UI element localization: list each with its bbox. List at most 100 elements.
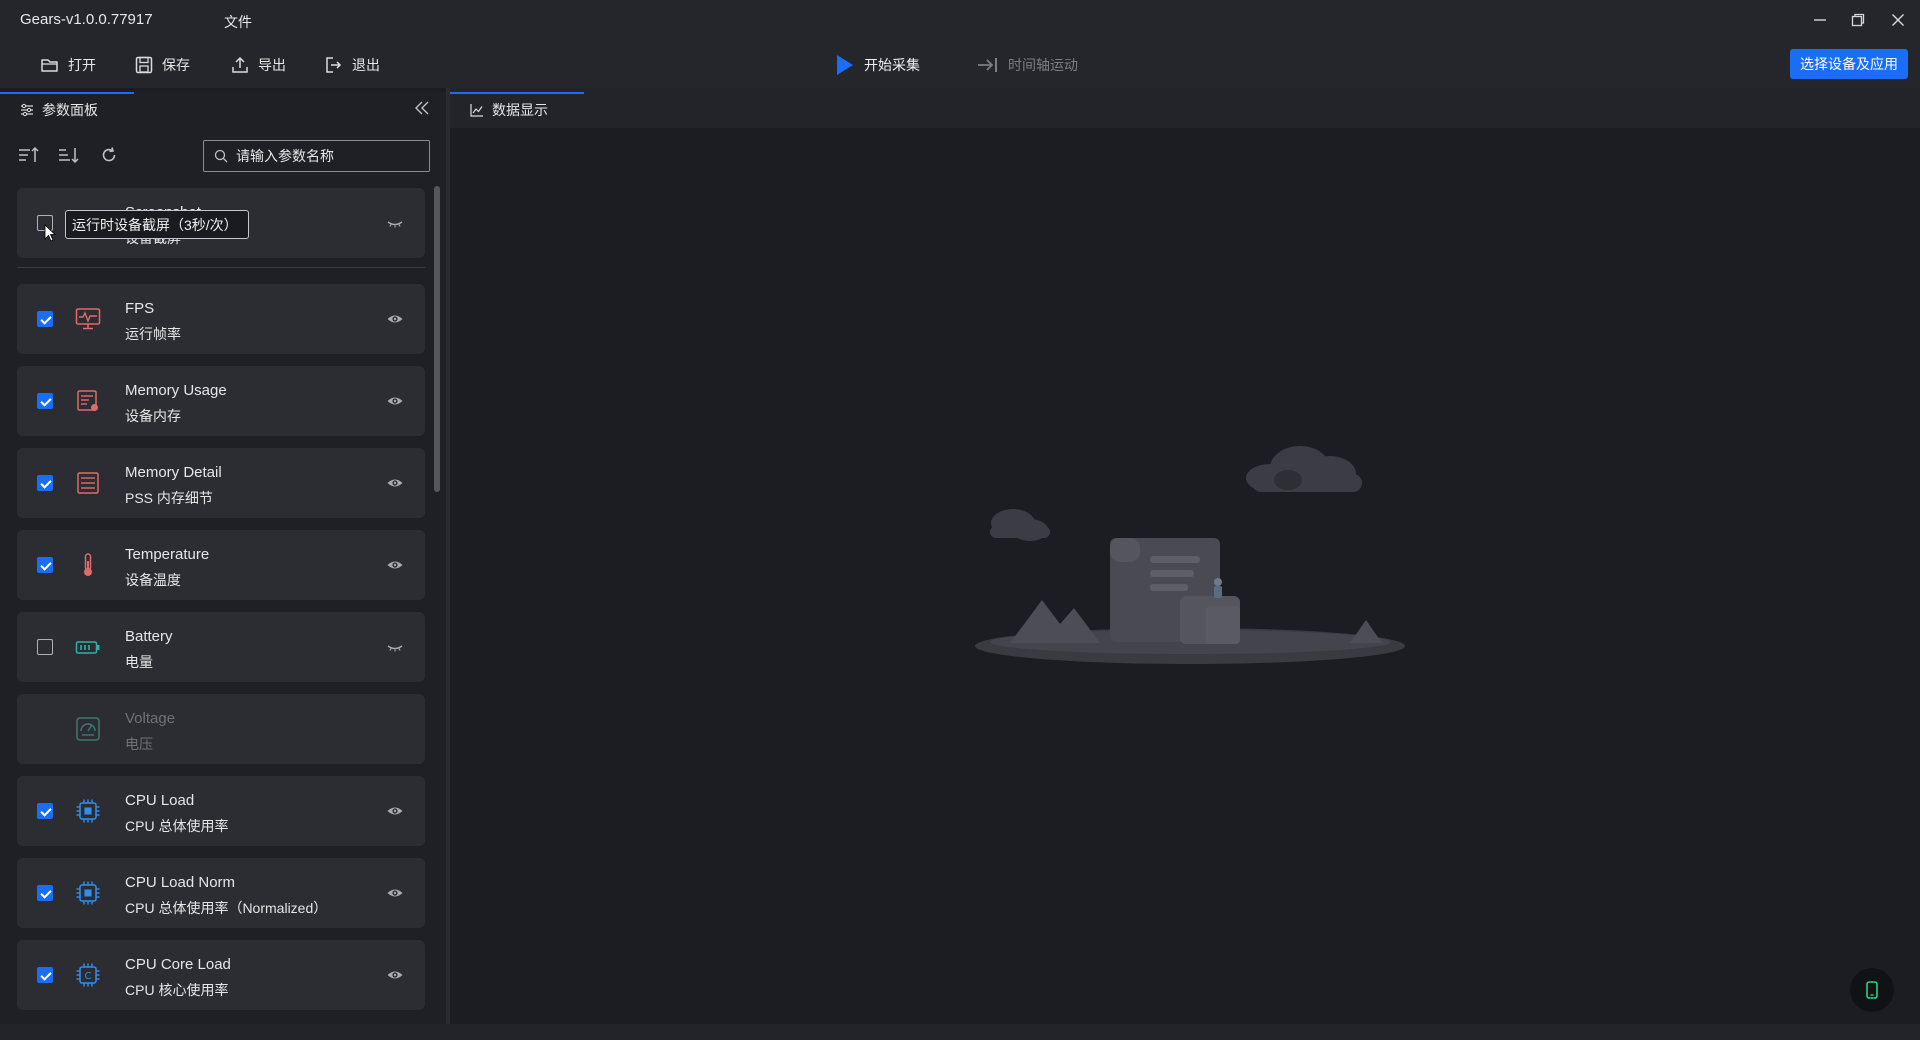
param-sub: 运行帧率: [125, 326, 181, 342]
sort-descending-icon[interactable]: [58, 144, 80, 166]
list-scrollbar[interactable]: [434, 186, 440, 492]
param-name: CPU Core Load: [125, 956, 231, 973]
param-name: Voltage: [125, 710, 176, 727]
close-icon[interactable]: [1886, 8, 1910, 32]
tab-parameter-panel[interactable]: 参数面板: [0, 92, 134, 128]
param-name: CPU Load: [125, 792, 195, 809]
param-sub: PSS 内存细节: [125, 490, 213, 506]
save-icon: [135, 56, 153, 74]
save-label: 保存: [162, 57, 190, 73]
open-button[interactable]: 打开: [40, 52, 96, 78]
param-sub: CPU 总体使用率: [125, 818, 229, 834]
app-title: Gears-v1.0.0.77917: [20, 11, 153, 28]
eye-closed-icon[interactable]: [386, 214, 404, 232]
parameter-card-cpu-core-load[interactable]: C CPU Core Load CPU 核心使用率: [17, 940, 425, 1010]
checkbox-memory-detail[interactable]: [37, 475, 53, 491]
start-capture-button[interactable]: 开始采集: [836, 52, 920, 78]
tab-data-display[interactable]: 数据显示: [450, 92, 584, 128]
screenshot-tooltip: 运行时设备截屏（3秒/次）: [65, 210, 249, 239]
restore-icon[interactable]: [1846, 8, 1870, 32]
arrow-to-line-icon: [978, 58, 997, 72]
param-sub: 设备温度: [125, 572, 181, 588]
checkbox-battery[interactable]: [37, 639, 53, 655]
sort-toolbar: [18, 144, 120, 166]
param-name: Battery: [125, 628, 173, 645]
param-name: FPS: [125, 300, 155, 317]
parameter-card-cpu-load-norm[interactable]: CPU Load Norm CPU 总体使用率（Normalized）: [17, 858, 425, 928]
search-input[interactable]: [236, 148, 416, 164]
param-name: Temperature: [125, 546, 210, 563]
export-icon: [232, 56, 248, 73]
checkbox-memory-usage[interactable]: [37, 393, 53, 409]
checkbox-cpu-load-norm[interactable]: [37, 885, 53, 901]
phone-icon: [1866, 981, 1878, 999]
parameter-card-memory-detail[interactable]: Memory Detail PSS 内存细节: [17, 448, 425, 518]
timeline-button[interactable]: 时间轴运动: [976, 52, 1078, 78]
search-icon: [214, 149, 228, 163]
title-bar: Gears-v1.0.0.77917 文件: [0, 0, 1920, 40]
checkbox-cpu-core-load[interactable]: [37, 967, 53, 983]
parameter-card-temperature[interactable]: Temperature 设备温度: [17, 530, 425, 600]
battery-icon: [75, 641, 100, 654]
eye-closed-icon[interactable]: [386, 638, 404, 656]
empty-state-illustration: [975, 446, 1405, 664]
eye-icon[interactable]: [386, 966, 404, 984]
cpu-icon: [76, 881, 100, 905]
param-name: Memory Usage: [125, 382, 227, 399]
menu-file[interactable]: 文件: [224, 12, 252, 32]
cpu-icon: [76, 799, 100, 823]
parameter-card-cpu-load[interactable]: CPU Load CPU 总体使用率: [17, 776, 425, 846]
timeline-label: 时间轴运动: [1008, 57, 1078, 73]
voltage-gauge-icon: [76, 717, 100, 741]
eye-icon[interactable]: [386, 884, 404, 902]
fps-monitor-icon: [75, 308, 101, 330]
data-display-tabbar: [450, 88, 1920, 128]
eye-icon[interactable]: [386, 392, 404, 410]
exit-label: 退出: [352, 57, 380, 73]
eye-icon[interactable]: [386, 474, 404, 492]
parameter-card-battery[interactable]: Battery 电量: [17, 612, 425, 682]
param-sub: 电压: [125, 736, 153, 752]
refresh-icon[interactable]: [98, 144, 120, 166]
search-box[interactable]: [203, 140, 430, 172]
memory-usage-icon: [77, 390, 98, 411]
param-sub: CPU 核心使用率: [125, 982, 229, 998]
parameter-card-fps[interactable]: FPS 运行帧率: [17, 284, 425, 354]
tab-parameter-panel-label: 参数面板: [42, 102, 98, 118]
collapse-left-icon[interactable]: [412, 98, 432, 118]
minimize-icon[interactable]: [1808, 8, 1832, 32]
param-sub: CPU 总体使用率（Normalized）: [125, 900, 328, 916]
eye-icon[interactable]: [386, 310, 404, 328]
eye-icon[interactable]: [386, 556, 404, 574]
export-label: 导出: [258, 57, 286, 73]
list-divider: [17, 267, 425, 268]
play-icon: [837, 55, 853, 75]
svg-text:C: C: [85, 971, 92, 982]
parameter-card-voltage: Voltage 电压: [17, 694, 425, 764]
parameter-card-memory-usage[interactable]: Memory Usage 设备内存: [17, 366, 425, 436]
thermometer-icon: [84, 553, 92, 576]
checkbox-fps[interactable]: [37, 311, 53, 327]
param-name: CPU Load Norm: [125, 874, 236, 891]
select-device-button[interactable]: 选择设备及应用: [1790, 49, 1908, 79]
memory-detail-icon: [77, 472, 99, 494]
save-button[interactable]: 保存: [134, 52, 190, 78]
device-connect-button[interactable]: [1850, 968, 1894, 1012]
start-capture-label: 开始采集: [864, 57, 920, 73]
export-button[interactable]: 导出: [230, 52, 286, 78]
toolbar: 打开 保存 导出 退出 开始采集 时间轴运动 选择设备及应用: [0, 40, 1920, 88]
param-sub: 设备内存: [125, 408, 181, 424]
mouse-cursor-icon: [44, 224, 56, 242]
checkbox-temperature[interactable]: [37, 557, 53, 573]
folder-open-icon: [41, 59, 58, 72]
open-label: 打开: [68, 57, 96, 73]
param-sub: 电量: [125, 654, 153, 670]
sort-ascending-icon[interactable]: [18, 144, 40, 166]
eye-icon[interactable]: [386, 802, 404, 820]
exit-button[interactable]: 退出: [324, 52, 380, 78]
status-bar: [0, 1024, 1920, 1040]
logout-icon: [326, 57, 342, 73]
tab-data-display-label: 数据显示: [492, 102, 548, 118]
cpu-core-icon: C: [76, 963, 100, 987]
checkbox-cpu-load[interactable]: [37, 803, 53, 819]
